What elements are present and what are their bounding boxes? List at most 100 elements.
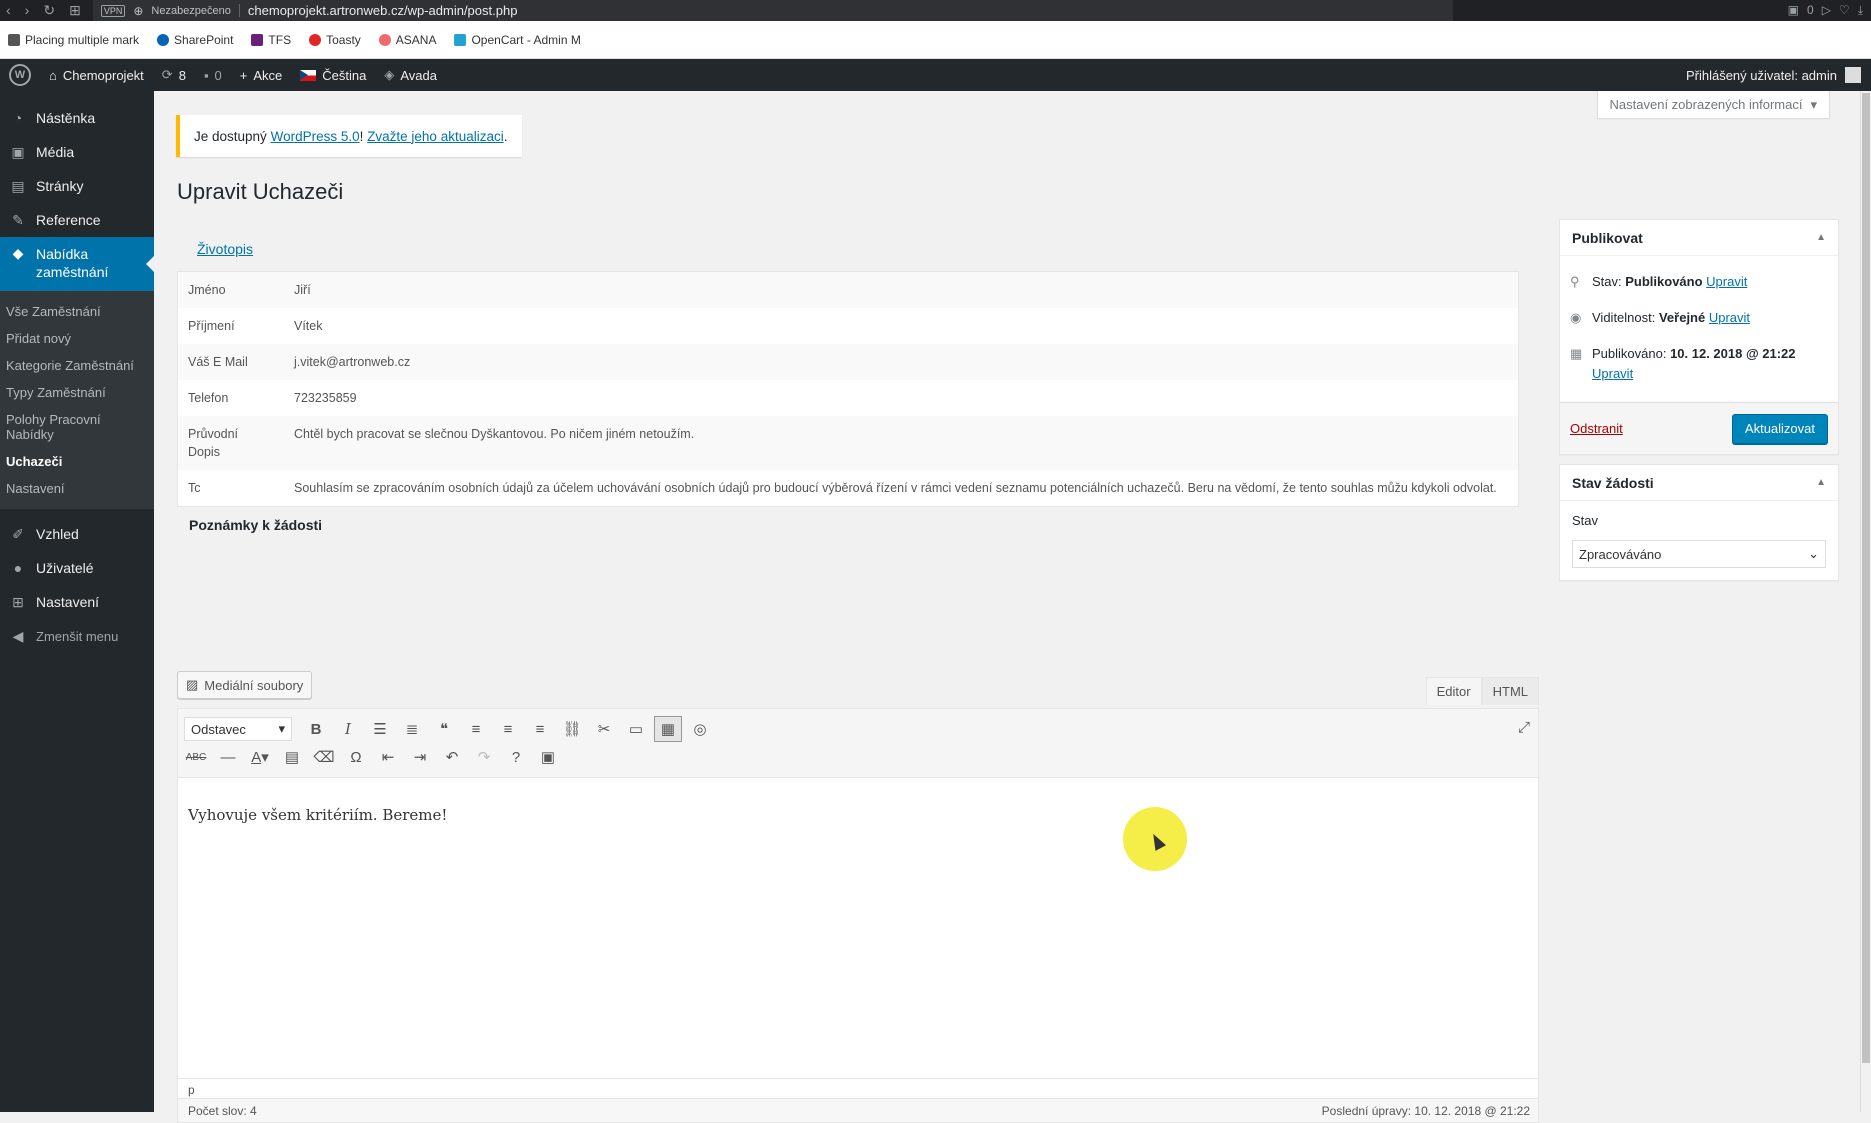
address-bar[interactable]: VPN ⊕ Nezabezpečeno chemoprojekt.artronw… <box>92 0 1453 21</box>
fullscreen-icon[interactable]: ⤢ <box>1518 719 1530 736</box>
page-scrollbar[interactable] <box>1860 91 1871 1112</box>
url-text[interactable]: chemoprojekt.artronweb.cz/wp-admin/post.… <box>248 3 518 18</box>
help-icon[interactable]: ? <box>502 744 530 770</box>
submenu-all-jobs[interactable]: Vše Zaměstnání <box>0 298 154 325</box>
back-icon[interactable]: ‹ <box>6 2 11 19</box>
add-media-button[interactable]: ▨ Mediální soubory <box>177 671 313 699</box>
brush-icon: ✐ <box>12 525 24 542</box>
download-icon[interactable]: ⤓ <box>1858 3 1863 18</box>
submenu-settings[interactable]: Nastavení <box>0 475 154 502</box>
scrollbar-thumb[interactable] <box>1862 93 1870 1063</box>
sidebar-item-settings[interactable]: ⊞ Nastavení <box>0 585 154 619</box>
new-content-menu[interactable]: + Akce <box>231 59 292 91</box>
extension-icon[interactable]: ▣ <box>1788 3 1799 18</box>
vpn-badge[interactable]: VPN <box>100 4 126 17</box>
redo-icon[interactable]: ↷ <box>470 744 498 770</box>
bookmark-opencart[interactable]: OpenCart - Admin M <box>454 33 581 47</box>
format-select[interactable]: Odstavec ▾ <box>184 717 292 741</box>
align-right-icon[interactable]: ≡ <box>526 716 554 742</box>
caret-down-icon: ▾ <box>1810 96 1817 112</box>
browser-nav: ‹ › ↻ ⊞ <box>0 2 93 19</box>
update-now-link[interactable]: Zvažte jeho aktualizaci <box>367 129 504 144</box>
special-character-icon[interactable]: Ω <box>342 744 370 770</box>
update-button[interactable]: Aktualizovat <box>1731 413 1828 444</box>
publish-box-header[interactable]: Publikovat ▲ <box>1560 220 1838 256</box>
collapse-menu-button[interactable]: ◀ Zmenšit menu <box>0 619 154 653</box>
submenu-job-types[interactable]: Typy Zaměstnání <box>0 379 154 406</box>
table-row: Váš E Mail j.vitek@artronweb.cz <box>178 344 1518 380</box>
unlink-icon[interactable]: ✂ <box>590 716 618 742</box>
align-left-icon[interactable]: ≡ <box>462 716 490 742</box>
edit-date-link[interactable]: Upravit <box>1592 366 1633 381</box>
horizontal-line-icon[interactable]: — <box>214 744 242 770</box>
heart-icon[interactable]: ♡ <box>1839 3 1850 18</box>
avada-menu[interactable]: ◈ Avada <box>375 59 446 91</box>
tabs-grid-icon[interactable]: ⊞ <box>69 2 81 19</box>
bookmark-placing[interactable]: Placing multiple mark <box>8 33 139 47</box>
bookmark-asana[interactable]: ASANA <box>378 33 436 47</box>
collapse-up-icon[interactable]: ▲ <box>1816 477 1826 488</box>
sidebar-item-appearance[interactable]: ✐ Vzhled <box>0 517 154 551</box>
resume-link[interactable]: Životopis <box>197 241 1519 257</box>
align-center-icon[interactable]: ≡ <box>494 716 522 742</box>
status-select[interactable]: Zpracováváno ⌄ <box>1572 540 1826 568</box>
undo-icon[interactable]: ↶ <box>438 744 466 770</box>
strikethrough-icon[interactable]: ABC <box>182 744 210 770</box>
outdent-icon[interactable]: ⇤ <box>374 744 402 770</box>
comments-menu[interactable]: ▪ 0 <box>195 59 231 91</box>
bullet-list-icon[interactable]: ☰ <box>366 716 394 742</box>
sidebar-item-reference[interactable]: ✎ Reference <box>0 203 154 237</box>
sidebar-item-media[interactable]: ▣ Média <box>0 135 154 169</box>
tfs-icon <box>251 33 264 46</box>
wp-logo-menu[interactable]: W <box>0 59 40 91</box>
image-icon[interactable]: ▣ <box>534 744 562 770</box>
sidebar-item-dashboard[interactable]: ◔ Nástěnka <box>0 101 154 135</box>
blockquote-icon[interactable]: ❝ <box>430 716 458 742</box>
numbered-list-icon[interactable]: ≣ <box>398 716 426 742</box>
tab-html[interactable]: HTML <box>1481 677 1539 705</box>
language-menu[interactable]: Čeština <box>291 59 375 91</box>
read-more-icon[interactable]: ▭ <box>622 716 650 742</box>
wordpress-icon: W <box>9 64 31 86</box>
text-color-icon[interactable]: A ▾ <box>246 744 274 770</box>
edit-status-link[interactable]: Upravit <box>1706 274 1747 289</box>
security-indicator[interactable]: Nezabezpečeno <box>151 5 231 17</box>
submenu-job-categories[interactable]: Kategorie Zaměstnání <box>0 352 154 379</box>
wordpress-version-link[interactable]: WordPress 5.0 <box>271 129 360 144</box>
sidebar-item-pages[interactable]: ▤ Stránky <box>0 169 154 203</box>
edit-visibility-link[interactable]: Upravit <box>1709 310 1750 325</box>
toolbar-toggle-icon[interactable]: ▦ <box>654 716 682 742</box>
indent-icon[interactable]: ⇥ <box>406 744 434 770</box>
editor-content[interactable]: Vyhovuje všem kritériím. Bereme! <box>178 778 1538 1078</box>
italic-icon[interactable]: I <box>334 716 362 742</box>
my-account-menu[interactable]: Přihlášený uživatel: admin <box>1686 67 1871 83</box>
table-row: Průvodní Dopis Chtěl bych pracovat se sle… <box>178 416 1518 470</box>
forward-icon[interactable]: › <box>25 2 30 19</box>
bookmark-tfs[interactable]: TFS <box>251 33 291 47</box>
bookmark-toasty[interactable]: Toasty <box>309 33 361 47</box>
tab-visual[interactable]: Editor <box>1425 677 1482 705</box>
submenu-applicants[interactable]: Uchazeči <box>0 448 154 475</box>
clear-formatting-icon[interactable]: ⌫ <box>310 744 338 770</box>
delete-link[interactable]: Odstranit <box>1570 421 1623 436</box>
updates-menu[interactable]: ⟳ 8 <box>153 59 195 91</box>
submenu-add-new[interactable]: Přidat nový <box>0 325 154 352</box>
status-box-header[interactable]: Stav žádosti ▲ <box>1560 465 1838 501</box>
paste-text-icon[interactable]: ▤ <box>278 744 306 770</box>
site-name-menu[interactable]: ⌂ Chemoprojekt <box>40 59 153 91</box>
link-icon[interactable]: ⛓ <box>558 716 586 742</box>
bookmark-sharepoint[interactable]: SharePoint <box>157 33 233 47</box>
submenu-job-locations[interactable]: Polohy Pracovní Nabídky <box>0 406 154 448</box>
sidebar-item-jobs[interactable]: ◆ Nabídka zaměstnání <box>0 237 154 291</box>
extension-badge[interactable]: 0 <box>1807 3 1814 18</box>
play-icon[interactable]: ▷ <box>1822 3 1831 18</box>
screen-options-button[interactable]: Nastavení zobrazených informací ▾ <box>1596 91 1830 119</box>
layers-icon[interactable]: ◎ <box>686 716 714 742</box>
collapse-up-icon[interactable]: ▲ <box>1816 232 1826 243</box>
dashboard-icon: ◔ <box>13 110 23 126</box>
post-visibility: ◉ Viditelnost: Veřejné Upravit <box>1570 300 1828 336</box>
pin-icon: ✎ <box>12 211 24 228</box>
bold-icon[interactable]: B <box>302 716 330 742</box>
sidebar-item-users[interactable]: ● Uživatelé <box>0 551 154 585</box>
reload-icon[interactable]: ↻ <box>43 2 55 19</box>
